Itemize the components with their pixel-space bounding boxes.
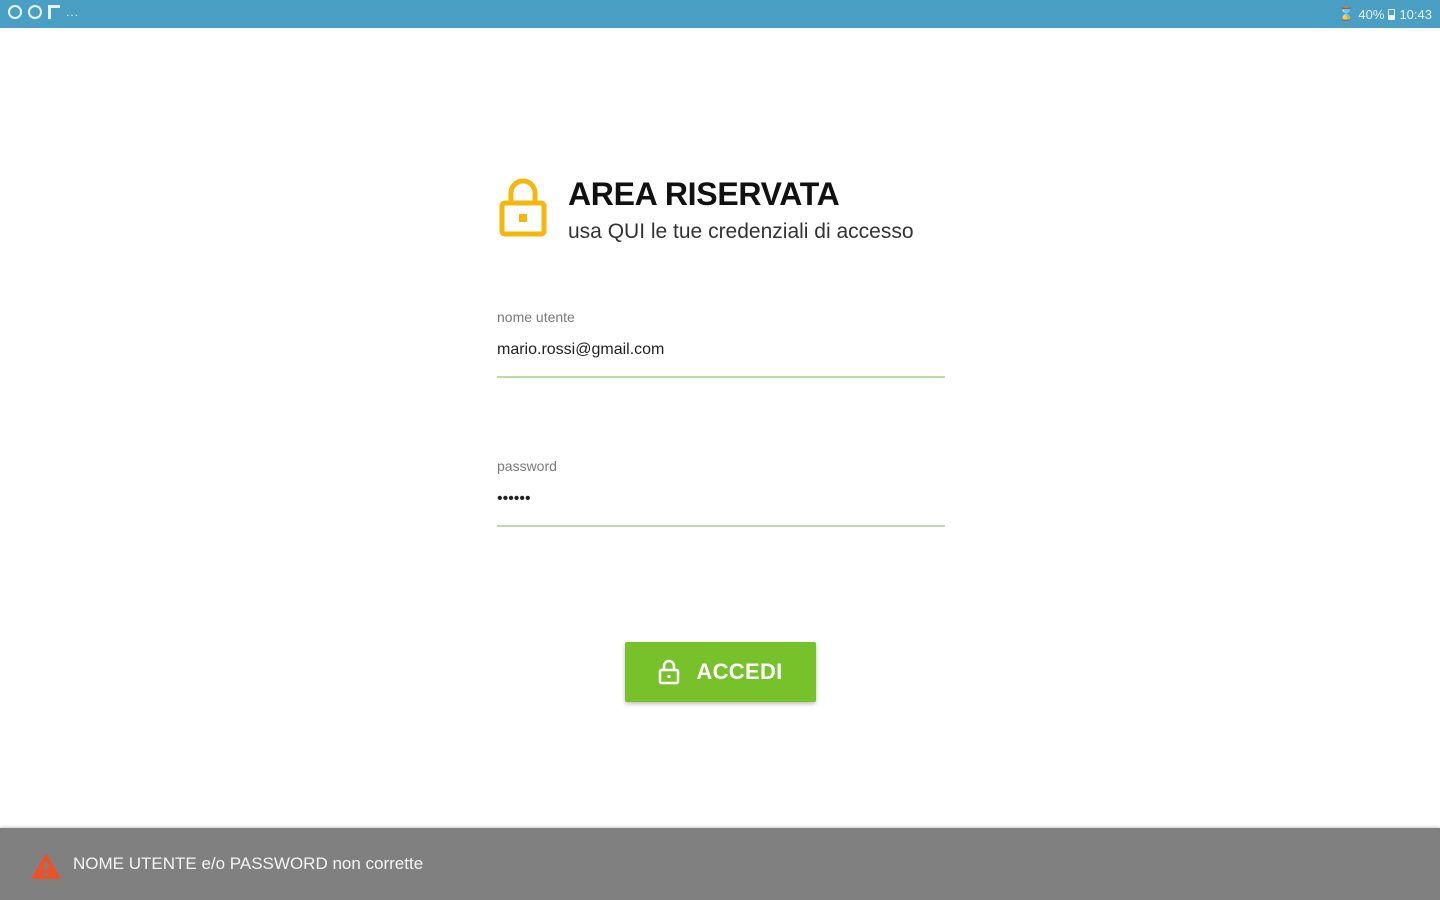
status-overflow: ...	[66, 5, 80, 19]
username-field: nome utente	[497, 308, 945, 378]
battery-icon	[1388, 8, 1396, 20]
snackbar-message: NOME UTENTE e/o PASSWORD non corrette	[73, 854, 424, 873]
alarm-icon: ⌛	[1338, 6, 1355, 21]
login-button[interactable]: ACCEDI	[625, 642, 816, 702]
clock: 10:43	[1399, 6, 1432, 22]
lock-icon	[659, 659, 680, 685]
battery-percent: 40%	[1358, 6, 1385, 22]
login-button-label: ACCEDI	[696, 659, 783, 684]
password-underline	[497, 525, 945, 527]
page-subtitle: usa QUI le tue credenziali di accesso	[568, 220, 914, 243]
error-snackbar: NOME UTENTE e/o PASSWORD non corrette	[0, 828, 1440, 900]
password-input[interactable]	[497, 489, 945, 509]
warning-icon	[31, 853, 61, 879]
password-label: password	[497, 458, 557, 474]
password-field: password	[497, 457, 945, 527]
username-input[interactable]	[497, 340, 945, 360]
status-system: ⌛ 40% 10:43	[1338, 6, 1432, 22]
status-bar: ... ⌛ 40% 10:43	[0, 0, 1440, 28]
lock-icon	[499, 178, 547, 237]
username-label: nome utente	[497, 309, 575, 325]
circle-notification-icon	[8, 5, 22, 19]
username-underline	[497, 376, 945, 378]
page-title: AREA RISERVATA	[568, 176, 840, 212]
status-notifications: ...	[8, 5, 79, 19]
login-screen: ... ⌛ 40% 10:43 AREA RISERVATA usa QUI l…	[0, 0, 1440, 900]
flag-notification-icon	[48, 5, 60, 19]
circle-notification-icon	[28, 5, 42, 19]
